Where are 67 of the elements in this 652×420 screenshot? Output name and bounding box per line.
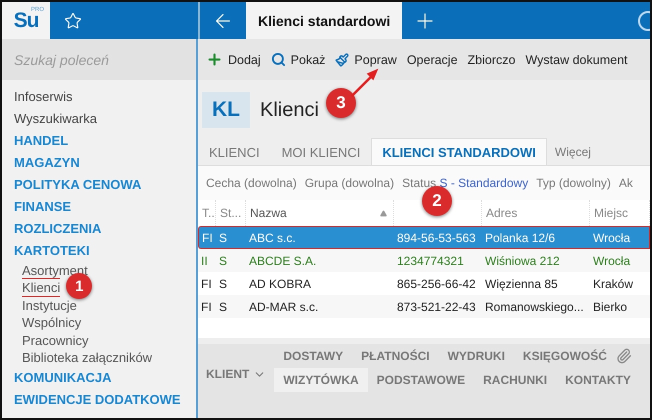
toolbar-button[interactable]: Dodaj	[206, 51, 261, 68]
table-cell: Wrocła	[590, 249, 650, 272]
table-cell: Wiśniowa 212	[482, 249, 590, 272]
more-tab[interactable]: Więcej	[546, 138, 599, 165]
paperclip-icon[interactable]	[616, 348, 632, 364]
toolbar-button[interactable]: Operacje	[406, 52, 458, 66]
page-title: Klienci	[260, 98, 319, 122]
menu-item[interactable]: Wyszukiwarka	[14, 108, 196, 130]
menu-section[interactable]: EWIDENCJE DODATKOWE	[14, 389, 196, 411]
detail-tab[interactable]: WYDRUKI	[438, 344, 514, 368]
tab[interactable]: MOI KLIENCI	[270, 138, 372, 165]
table-cell: Wrocła	[590, 226, 650, 249]
detail-tab[interactable]: KONTAKTY	[556, 368, 640, 392]
menu-item[interactable]: Biblioteka załączników	[22, 348, 152, 367]
table-cell: 873-521-22-43	[394, 295, 482, 318]
menu-item[interactable]: Infoserwis	[14, 86, 196, 108]
table-cell: S	[216, 226, 246, 249]
table-cell: II	[198, 249, 216, 272]
table-cell: FI	[198, 295, 216, 318]
table-cell: 894-56-53-563	[394, 226, 482, 249]
toolbar-button[interactable]: Popraw	[335, 52, 397, 66]
menu-item[interactable]: Pracownicy	[22, 330, 88, 350]
filter-chip[interactable]: Ak	[618, 176, 633, 190]
tab[interactable]: KLIENCI STANDARDOWI	[371, 138, 547, 165]
table-cell: FI	[198, 226, 216, 249]
menu-section[interactable]: KARTOTEKI	[14, 240, 196, 262]
toolbar-button[interactable]: Zbiorczo	[468, 52, 516, 66]
table-cell: AD-MAR s.c.	[246, 295, 394, 318]
window-tab[interactable]: Klienci standardowi	[246, 2, 402, 39]
filter-chip[interactable]: Cecha (dowolna)	[206, 176, 297, 190]
brush-icon	[335, 52, 350, 66]
search-field[interactable]: Szukaj poleceń	[2, 39, 196, 80]
menu-section[interactable]: MAGAZYN	[14, 152, 196, 174]
table-cell: ABC s.c.	[246, 226, 394, 249]
menu-item[interactable]: Wspólnicy	[22, 313, 82, 332]
filter-chip[interactable]: Typ (dowolny)	[536, 176, 611, 190]
search-input[interactable]: Szukaj poleceń	[14, 52, 196, 68]
detail-tab[interactable]: DOSTAWY	[274, 344, 352, 368]
module-code: KL	[202, 92, 250, 128]
detail-tab[interactable]: PŁATNOŚCI	[352, 344, 439, 368]
sort-icon	[380, 210, 387, 216]
client-menu[interactable]: KLIENT	[198, 344, 274, 404]
menu-section[interactable]: KOMUNIKACJA	[14, 367, 196, 389]
menu-section[interactable]: HANDEL	[14, 130, 196, 152]
tab[interactable]: KLIENCI	[198, 138, 271, 165]
detail-tab[interactable]: KSIĘGOWOŚĆ	[514, 344, 616, 368]
table-cell: ABCDE S.A.	[246, 249, 394, 272]
plus-icon	[206, 51, 223, 68]
menu-section[interactable]: POLITYKA CENOWA	[14, 174, 196, 196]
table-cell: Romanowskiego...	[482, 295, 590, 318]
step-badge: 3	[326, 88, 356, 118]
table-cell: Bierko	[590, 295, 650, 318]
menu-section[interactable]: ROZLICZENIA	[14, 218, 196, 240]
table-cell: S	[216, 295, 246, 318]
star-icon[interactable]	[64, 12, 82, 30]
toolbar-button[interactable]: Pokaż	[270, 52, 326, 67]
toolbar-button[interactable]: Wystaw dokument	[525, 52, 628, 66]
step-badge: 2	[422, 186, 452, 216]
detail-tab[interactable]: RACHUNKI	[474, 368, 556, 392]
table-cell: Polanka 12/6	[482, 226, 590, 249]
table-cell: S	[216, 249, 246, 272]
detail-tab[interactable]: PODSTAWOWE	[368, 368, 474, 392]
search-icon	[270, 52, 286, 67]
detail-tab[interactable]: WIZYTÓWKA	[274, 368, 368, 392]
filter-chip[interactable]: Grupa (dowolna)	[304, 176, 394, 190]
table-cell: 1234774321	[394, 249, 482, 272]
menu-section[interactable]: FINANSE	[14, 196, 196, 218]
